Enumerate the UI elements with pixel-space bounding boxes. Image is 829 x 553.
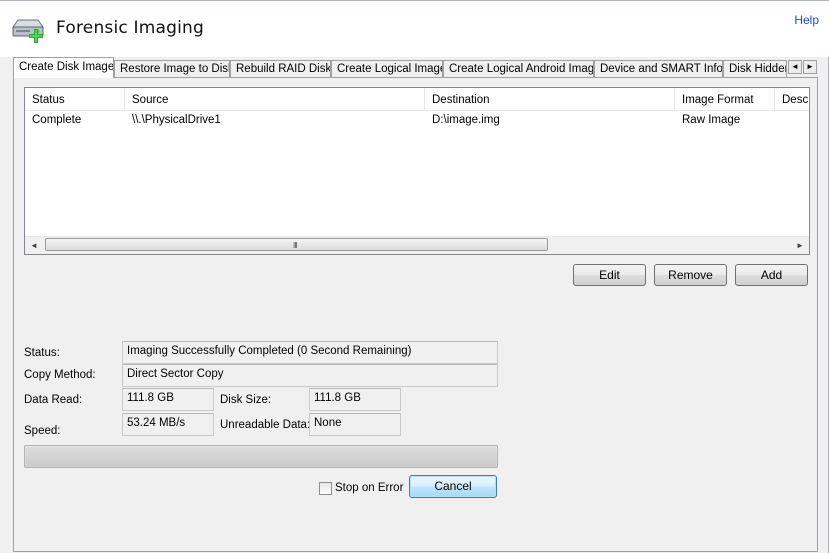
column-header-image-format[interactable]: Image Format (675, 88, 775, 110)
column-header-source[interactable]: Source (125, 88, 425, 110)
drive-add-icon (12, 19, 44, 43)
cancel-button[interactable]: Cancel (409, 475, 497, 498)
window: Forensic Imaging Help Create Disk Image … (0, 0, 829, 553)
tab-device-and-smart-info[interactable]: Device and SMART Info (594, 60, 723, 77)
remove-button[interactable]: Remove (654, 264, 727, 286)
cell-destination: D:\image.img (432, 114, 500, 126)
unreadable-data-value: None (309, 413, 401, 436)
copy-method-value: Direct Sector Copy (122, 364, 498, 387)
help-link[interactable]: Help (794, 13, 819, 27)
cell-image-format: Raw Image (682, 114, 741, 126)
add-button[interactable]: Add (735, 264, 808, 286)
tab-create-disk-image[interactable]: Create Disk Image (13, 57, 114, 78)
header: Forensic Imaging Help (0, 1, 829, 57)
tab-create-logical-android-image[interactable]: Create Logical Android Image (443, 60, 594, 77)
column-header-desc[interactable]: Desc (775, 88, 809, 110)
tab-restore-image-to-disk[interactable]: Restore Image to Disk (114, 60, 230, 77)
stop-on-error-label[interactable]: Stop on Error (335, 482, 403, 494)
scroll-left-icon[interactable]: ◄ (26, 238, 42, 253)
horizontal-scrollbar[interactable]: ◄ III ► (25, 236, 809, 254)
disk-size-label: Disk Size: (220, 394, 272, 406)
cell-source: \\.\PhysicalDrive1 (132, 114, 221, 126)
grip-icon: III (293, 241, 298, 250)
column-header-status[interactable]: Status (25, 88, 125, 110)
status-value: Imaging Successfully Completed (0 Second… (122, 341, 498, 364)
list-header: Status Source Destination Image Format D… (25, 88, 809, 111)
scrollbar-thumb[interactable]: III (45, 238, 548, 251)
data-read-value: 111.8 GB (122, 388, 214, 411)
app-title: Forensic Imaging (56, 18, 205, 38)
speed-value: 53.24 MB/s (122, 413, 214, 436)
data-read-label: Data Read: (24, 394, 83, 406)
tab-strip: Create Disk Image Restore Image to Disk … (13, 57, 818, 78)
column-header-destination[interactable]: Destination (425, 88, 675, 110)
image-job-list[interactable]: Status Source Destination Image Format D… (24, 87, 810, 255)
tab-scroll-left-icon[interactable]: ◄ (788, 60, 802, 74)
stop-on-error-checkbox[interactable] (319, 482, 332, 495)
tab-rebuild-raid-disk[interactable]: Rebuild RAID Disk (230, 60, 331, 77)
disk-size-value: 111.8 GB (309, 388, 401, 411)
unreadable-data-label: Unreadable Data: (220, 419, 311, 431)
scroll-right-icon[interactable]: ► (792, 238, 808, 253)
tab-scroll-right-icon[interactable]: ► (803, 60, 817, 74)
status-label: Status: (24, 347, 60, 359)
progress-fill (26, 447, 496, 466)
tab-disk-hidden[interactable]: Disk Hidden (723, 60, 787, 77)
speed-label: Speed: (24, 425, 61, 437)
tab-create-logical-image[interactable]: Create Logical Image (331, 60, 443, 77)
cell-status: Complete (32, 114, 82, 126)
imaging-progress-bar (24, 445, 498, 468)
edit-button[interactable]: Edit (573, 264, 646, 286)
copy-method-label: Copy Method: (24, 369, 96, 381)
